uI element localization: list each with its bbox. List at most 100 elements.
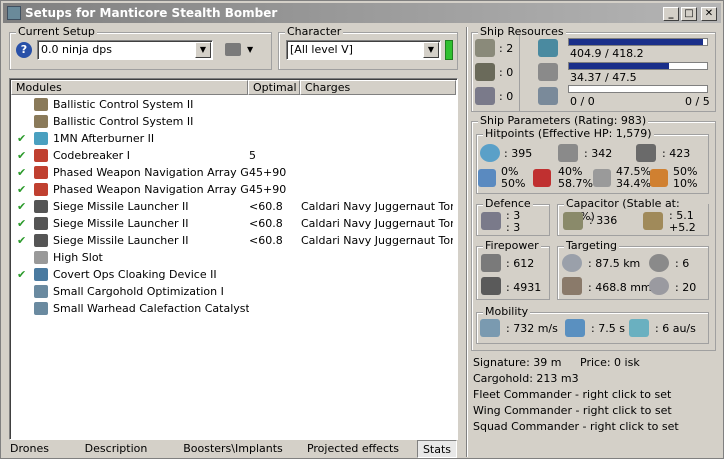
armor-icon <box>558 144 578 162</box>
module-optimal: 45+90 <box>249 183 287 196</box>
close-button[interactable]: ✕ <box>701 7 717 21</box>
module-name: Small Cargohold Optimization I <box>53 285 224 298</box>
high-slot-icon <box>34 251 48 264</box>
tab-stats[interactable]: Stats <box>417 440 457 458</box>
active-checkmark[interactable]: ✔ <box>17 266 26 283</box>
codebreaker-icon <box>34 149 48 162</box>
character-select-value: [All level V] <box>290 43 353 56</box>
tab-projected-effects[interactable]: Projected effects <box>299 440 407 458</box>
module-row[interactable]: Small Warhead Calefaction Catalyst II <box>11 300 456 317</box>
volley-icon <box>481 277 501 295</box>
module-optimal: <60.8 <box>249 217 283 230</box>
module-name: Ballistic Control System II <box>53 115 194 128</box>
powergrid-icon <box>538 63 558 81</box>
fleet-commander[interactable]: Fleet Commander - right click to set <box>473 388 671 401</box>
active-checkmark[interactable]: ✔ <box>17 130 26 147</box>
capacitor-value: : 336 <box>589 214 618 227</box>
calibration-icon <box>475 87 495 105</box>
active-checkmark[interactable]: ✔ <box>17 164 26 181</box>
wing-commander[interactable]: Wing Commander - right click to set <box>473 404 672 417</box>
column-header-modules[interactable]: Modules <box>11 80 248 95</box>
missile-launcher-icon <box>34 200 48 213</box>
title-bar: Setups for Manticore Stealth Bomber _ □ … <box>3 3 721 23</box>
cpu-value: 404.9 / 418.2 <box>570 47 644 60</box>
resources-divider <box>519 35 520 111</box>
active-checkmark[interactable]: ✔ <box>17 198 26 215</box>
minimize-button[interactable]: _ <box>663 7 679 21</box>
modules-list[interactable]: Modules Optimal Charges Ballistic Contro… <box>9 78 458 440</box>
navigation-array-icon <box>34 183 48 196</box>
module-name: Siege Missile Launcher II <box>53 200 189 213</box>
tab-boosters-implants[interactable]: Boosters\Implants <box>177 440 289 458</box>
module-row[interactable]: Ballistic Control System II <box>11 96 456 113</box>
module-row[interactable]: ✔ Codebreaker I 5 <box>11 147 456 164</box>
maximize-button[interactable]: □ <box>681 7 697 21</box>
module-optimal: <60.8 <box>249 200 283 213</box>
module-row[interactable]: ✔ Phased Weapon Navigation Array Ge... 45+… <box>11 181 456 198</box>
column-header-charges[interactable]: Charges <box>300 80 456 95</box>
capacitor-icon <box>563 212 583 230</box>
active-checkmark[interactable]: ✔ <box>17 181 26 198</box>
armor-hp: : 342 <box>584 147 613 160</box>
module-row[interactable]: ✔ 1MN Afterburner II <box>11 130 456 147</box>
cpu-icon <box>538 39 558 57</box>
missile-launcher-icon <box>34 217 48 230</box>
module-name: High Slot <box>53 251 103 264</box>
price-text: Price: 0 isk <box>580 356 640 369</box>
cloaking-device-icon <box>34 268 48 281</box>
module-row[interactable]: Small Cargohold Optimization I <box>11 283 456 300</box>
warp-speed-icon <box>629 319 649 337</box>
chevron-down-icon[interactable]: ▼ <box>423 42 439 58</box>
module-row[interactable]: ✔ Phased Weapon Navigation Array Ge... 45+… <box>11 164 456 181</box>
active-checkmark[interactable]: ✔ <box>17 147 26 164</box>
tab-drones[interactable]: Drones <box>7 440 52 458</box>
shield-hp: : 395 <box>504 147 533 160</box>
defence-icon <box>481 212 501 230</box>
launcher-hardpoint-icon <box>475 63 495 81</box>
dps-icon <box>481 254 501 272</box>
squad-commander[interactable]: Squad Commander - right click to set <box>473 420 679 433</box>
drone-bandwidth-value: 0 / 0 <box>570 95 595 108</box>
active-checkmark[interactable]: ✔ <box>17 215 26 232</box>
column-header-optimal[interactable]: Optimal <box>248 80 300 95</box>
module-name: Covert Ops Cloaking Device II <box>53 268 217 281</box>
panel-divider <box>466 27 467 457</box>
ship-resources-label: Ship Resources <box>478 25 566 38</box>
module-optimal: 45+90 <box>249 166 287 179</box>
character-label: Character <box>285 25 344 38</box>
kinetic-resist-icon <box>593 169 611 187</box>
max-targets: : 6 <box>675 257 690 270</box>
ship-tools-icon[interactable] <box>225 43 241 56</box>
chevron-down-icon[interactable]: ▼ <box>195 42 211 58</box>
help-icon[interactable]: ? <box>16 42 32 58</box>
module-row[interactable]: ✔ Siege Missile Launcher II <60.8 Caldari N… <box>11 215 456 232</box>
setup-select[interactable]: 0.0 ninja dps ▼ <box>37 40 213 60</box>
launcher-slots: : 0 <box>499 66 514 79</box>
targeting-label: Targeting <box>564 239 620 252</box>
turret-hardpoint-icon <box>475 39 495 57</box>
module-row[interactable]: ✔ Siege Missile Launcher II <60.8 Caldari N… <box>11 198 456 215</box>
bottom-tabs: Drones Description Boosters\Implants Pro… <box>7 440 459 458</box>
drone-bandwidth-icon <box>538 87 558 105</box>
character-select[interactable]: [All level V] ▼ <box>286 40 441 60</box>
module-row[interactable]: ✔ Siege Missile Launcher II <60.8 Caldari N… <box>11 232 456 249</box>
module-row[interactable]: High Slot <box>11 249 456 266</box>
em-resist-armor: 50% <box>501 177 526 190</box>
active-checkmark[interactable]: ✔ <box>17 232 26 249</box>
module-row[interactable]: Ballistic Control System II <box>11 113 456 130</box>
cpu-bar <box>568 38 708 46</box>
cargohold-rig-icon <box>34 285 48 298</box>
window-title: Setups for Manticore Stealth Bomber <box>25 6 278 20</box>
module-name: Codebreaker I <box>53 149 130 162</box>
powergrid-value: 34.37 / 47.5 <box>570 71 637 84</box>
module-optimal: 5 <box>249 149 256 162</box>
module-row[interactable]: ✔ Covert Ops Cloaking Device II <box>11 266 456 283</box>
dropdown-arrow-icon[interactable]: ▼ <box>247 45 253 54</box>
tab-description[interactable]: Description <box>62 440 170 458</box>
afterburner-icon <box>34 132 48 145</box>
ballistic-control-icon <box>34 115 48 128</box>
modules-list-header: Modules Optimal Charges <box>11 80 456 95</box>
hitpoints-label: Hitpoints (Effective HP: 1,579) <box>483 127 654 140</box>
module-name: Phased Weapon Navigation Array Ge... <box>53 183 249 196</box>
capacitor-recharge-icon <box>643 212 663 230</box>
